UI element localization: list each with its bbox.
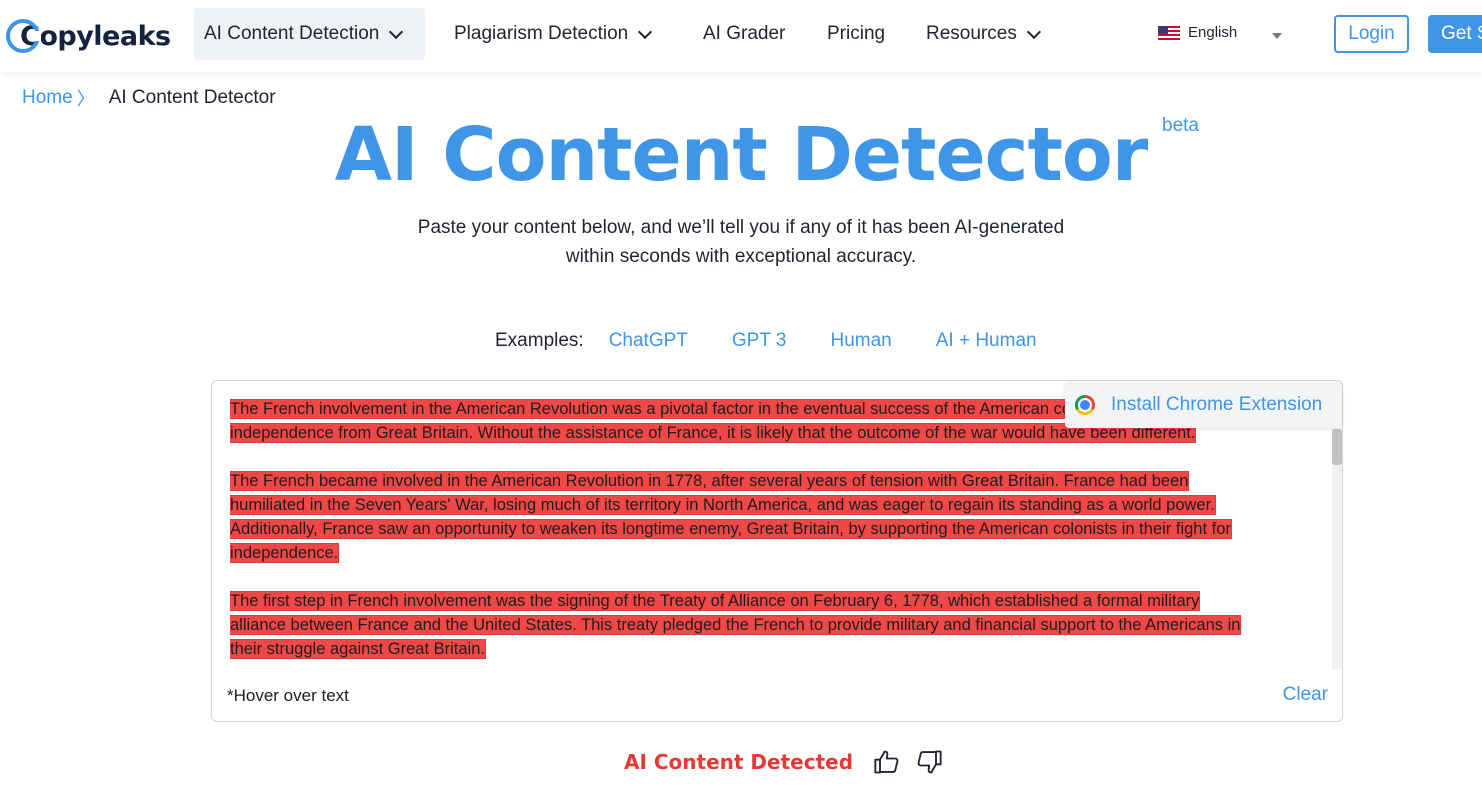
language-selector[interactable]: English [1158, 24, 1237, 41]
thumbs-up-icon[interactable] [873, 748, 901, 776]
ai-highlighted-text[interactable]: The French became involved in the Americ… [230, 472, 1189, 490]
chevron-down-icon [638, 24, 653, 39]
example-human-link[interactable]: Human [830, 330, 891, 352]
nav-resources-label: Resources [926, 23, 1017, 44]
examples-bar: Examples: ChatGPT GPT 3 Human AI + Human [495, 330, 1081, 352]
login-button[interactable]: Login [1334, 15, 1409, 53]
ai-highlighted-text[interactable]: humiliated in the Seven Years' War, losi… [230, 496, 1215, 514]
install-chrome-extension-button[interactable]: Install Chrome Extension [1065, 382, 1342, 428]
logo-c-icon [6, 19, 41, 53]
copyleaks-logo[interactable]: Copyleaks [6, 14, 171, 58]
nav-ai-grader[interactable]: AI Grader [693, 8, 795, 60]
top-navbar: Copyleaks AI Content Detection Plagiaris… [0, 0, 1482, 72]
nav-ai-content-detection-label: AI Content Detection [204, 23, 380, 44]
us-flag-icon [1158, 25, 1180, 40]
detection-result: AI Content Detected [624, 748, 943, 776]
chevron-down-icon [389, 24, 404, 39]
breadcrumb-home-link[interactable]: Home [22, 87, 73, 109]
thumbs-down-icon[interactable] [915, 748, 943, 776]
text-editor-panel: The French involvement in the American R… [211, 380, 1343, 722]
page-subtitle: Paste your content below, and we’ll tell… [391, 213, 1091, 271]
nav-plagiarism-detection-label: Plagiarism Detection [454, 23, 629, 44]
ai-highlighted-text[interactable]: Additionally, France saw an opportunity … [230, 520, 1231, 538]
breadcrumb: Home 〉 AI Content Detector [22, 85, 276, 111]
subtitle-line-2: within seconds with exceptional accuracy… [565, 246, 917, 267]
breadcrumb-separator-icon: 〉 [76, 89, 95, 109]
examples-label: Examples: [495, 330, 584, 351]
hover-hint: *Hover over text [227, 686, 349, 705]
nav-ai-content-detection[interactable]: AI Content Detection [194, 8, 425, 60]
beta-badge: beta [1162, 115, 1199, 136]
scrollbar-thumb[interactable] [1332, 429, 1342, 465]
ai-highlighted-text[interactable]: independence from Great Britain. Without… [230, 424, 1196, 442]
chevron-down-icon [1026, 24, 1041, 39]
example-gpt3-link[interactable]: GPT 3 [732, 330, 787, 352]
nav-pricing[interactable]: Pricing [817, 8, 895, 60]
nav-resources[interactable]: Resources [916, 8, 1049, 60]
breadcrumb-current: AI Content Detector [108, 87, 276, 108]
clear-button[interactable]: Clear [1283, 684, 1328, 706]
nav-pricing-label: Pricing [827, 23, 886, 44]
paragraph: The first step in French involvement was… [230, 589, 1328, 661]
example-chatgpt-link[interactable]: ChatGPT [609, 330, 688, 352]
logo-text: Copyleaks [20, 20, 171, 52]
ai-highlighted-text[interactable]: The first step in French involvement was… [230, 592, 1200, 610]
chrome-icon [1075, 395, 1095, 415]
page-title: AI Content Detector [334, 112, 1149, 198]
content-text-area[interactable]: The French involvement in the American R… [230, 397, 1328, 671]
paragraph: The French became involved in the Americ… [230, 469, 1328, 565]
install-chrome-extension-label: Install Chrome Extension [1111, 394, 1323, 415]
nav-plagiarism-detection[interactable]: Plagiarism Detection [444, 8, 660, 60]
ai-highlighted-text[interactable]: alliance between France and the United S… [230, 616, 1241, 634]
subtitle-line-1: Paste your content below, and we’ll tell… [417, 217, 1065, 238]
result-label: AI Content Detected [624, 750, 854, 774]
ai-highlighted-text[interactable]: independence. [230, 544, 339, 562]
scrollbar-track[interactable] [1332, 429, 1342, 669]
caret-down-icon[interactable] [1272, 33, 1282, 39]
nav-ai-grader-label: AI Grader [703, 23, 786, 44]
get-started-button[interactable]: Get S [1428, 15, 1482, 53]
ai-highlighted-text[interactable]: their struggle against Great Britain. [230, 640, 485, 658]
example-ai-human-link[interactable]: AI + Human [936, 330, 1037, 352]
language-label: English [1188, 24, 1238, 41]
ai-highlighted-text[interactable]: The French involvement in the American R… [230, 400, 1206, 418]
